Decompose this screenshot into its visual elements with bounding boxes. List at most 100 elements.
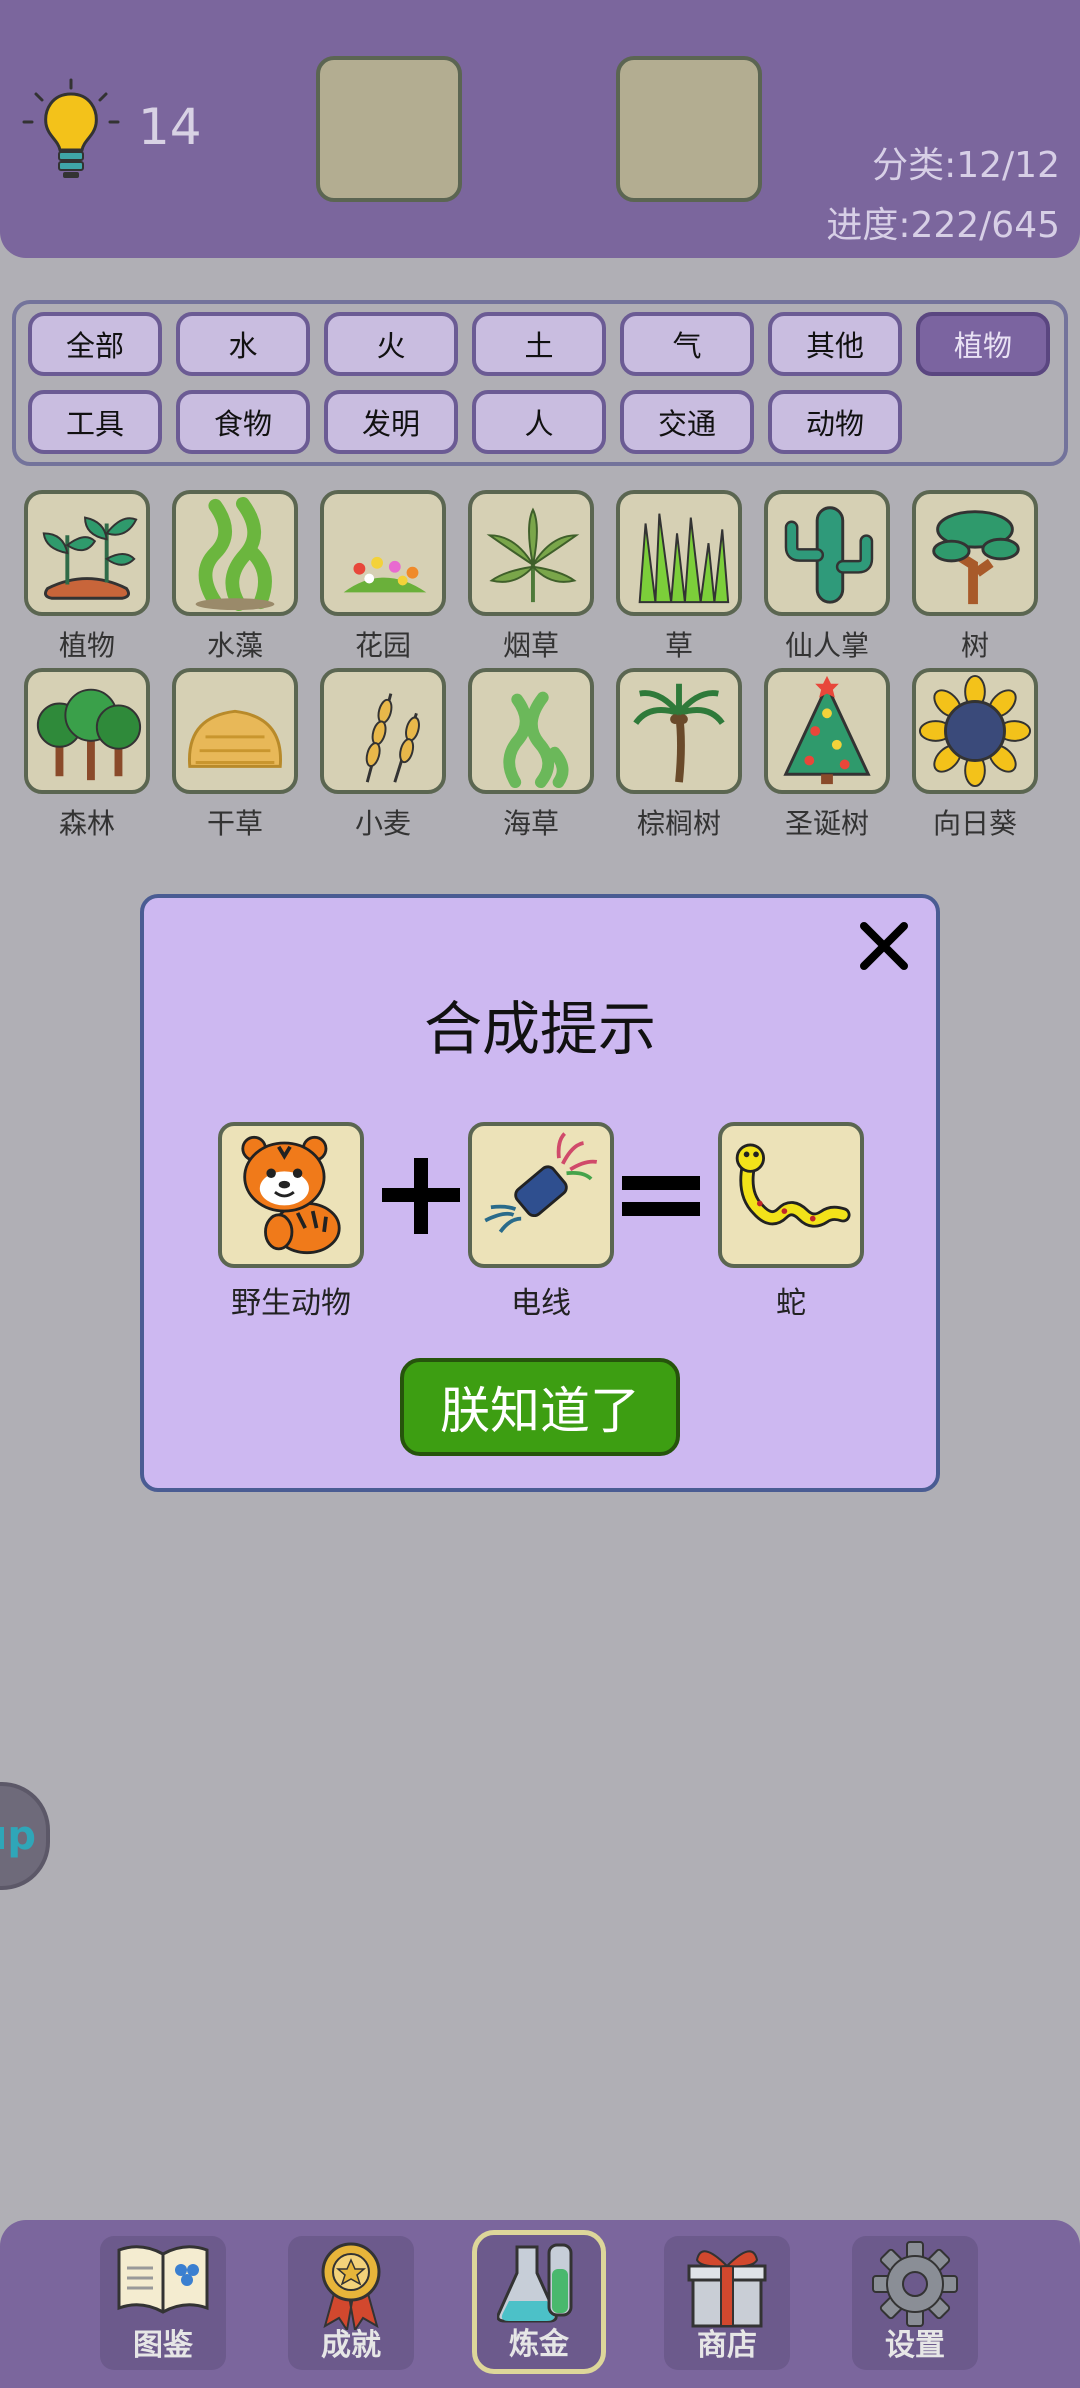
bottom-nav: 图鉴 成就 炼金 商店 设置 bbox=[0, 2220, 1080, 2388]
element-label: 树 bbox=[960, 629, 989, 662]
element-item[interactable]: 干草 bbox=[172, 668, 298, 842]
category-button[interactable]: 交通 bbox=[620, 390, 754, 454]
category-button[interactable]: 气 bbox=[620, 312, 754, 376]
element-label: 烟草 bbox=[502, 629, 559, 662]
element-label: 森林 bbox=[58, 807, 115, 840]
nav-item-book[interactable]: 图鉴 bbox=[100, 2236, 226, 2370]
close-icon[interactable] bbox=[854, 916, 914, 976]
category-button[interactable]: 工具 bbox=[28, 390, 162, 454]
element-tile[interactable] bbox=[616, 668, 742, 794]
sunflower-icon bbox=[918, 674, 1032, 788]
element-item[interactable]: 植物 bbox=[24, 490, 150, 664]
forest-icon bbox=[36, 688, 142, 781]
element-item[interactable]: 圣诞树 bbox=[764, 668, 890, 842]
element-item[interactable]: 向日葵 bbox=[912, 668, 1038, 842]
result-label: 蛇 bbox=[776, 1286, 806, 1321]
category-button[interactable]: 动物 bbox=[768, 390, 902, 454]
category-button[interactable]: 植物 bbox=[916, 312, 1050, 376]
element-label: 向日葵 bbox=[932, 807, 1017, 840]
element-item[interactable]: 仙人掌 bbox=[764, 490, 890, 664]
nav-item-achievements[interactable]: 成就 bbox=[288, 2236, 414, 2370]
category-button[interactable]: 水 bbox=[176, 312, 310, 376]
element-tile[interactable] bbox=[320, 668, 446, 794]
wheat-icon bbox=[365, 693, 420, 783]
element-label: 草 bbox=[664, 629, 693, 662]
element-tile[interactable] bbox=[468, 490, 594, 616]
category-button[interactable]: 全部 bbox=[28, 312, 162, 376]
floating-up-button[interactable]: up bbox=[0, 1782, 50, 1890]
progress-count: 进度:222/645 bbox=[826, 205, 1060, 246]
hint-modal: 合成提示 野生动物 电线 蛇 朕知道了 bbox=[140, 894, 940, 1492]
element-tile[interactable] bbox=[24, 490, 150, 616]
element-label: 小麦 bbox=[354, 807, 411, 840]
medal-icon bbox=[321, 2242, 381, 2330]
ingredient-1-tile bbox=[218, 1122, 364, 1268]
element-item[interactable]: 花园 bbox=[320, 490, 446, 664]
ingredient-2-tile bbox=[468, 1122, 614, 1268]
sprout-icon bbox=[42, 516, 138, 600]
combine-slot-1[interactable] bbox=[316, 56, 462, 202]
element-item[interactable]: 小麦 bbox=[320, 668, 446, 842]
cactus-icon bbox=[784, 506, 874, 604]
element-item[interactable]: 森林 bbox=[24, 668, 150, 842]
palm-tree-icon bbox=[633, 683, 725, 783]
element-label: 植物 bbox=[58, 629, 115, 662]
nav-item-alchemy[interactable]: 炼金 bbox=[472, 2230, 606, 2374]
plus-icon bbox=[382, 1158, 460, 1234]
nav-label-alchemy: 炼金 bbox=[509, 2327, 569, 2362]
wire-icon bbox=[484, 1132, 598, 1233]
combine-slot-2[interactable] bbox=[616, 56, 762, 202]
category-button[interactable]: 土 bbox=[472, 312, 606, 376]
ingredient-1-label: 野生动物 bbox=[231, 1286, 351, 1321]
tobacco-leaf-icon bbox=[486, 507, 580, 603]
nav-item-settings[interactable]: 设置 bbox=[852, 2236, 978, 2370]
element-tile[interactable] bbox=[616, 490, 742, 616]
element-tile[interactable] bbox=[764, 490, 890, 616]
garden-icon bbox=[343, 556, 427, 593]
category-button[interactable]: 食物 bbox=[176, 390, 310, 454]
nav-label-shop: 商店 bbox=[697, 2328, 757, 2363]
element-tile[interactable] bbox=[24, 668, 150, 794]
nav-item-shop[interactable]: 商店 bbox=[664, 2236, 790, 2370]
category-button[interactable]: 其他 bbox=[768, 312, 902, 376]
snake-icon bbox=[735, 1143, 851, 1228]
element-tile[interactable] bbox=[468, 668, 594, 794]
element-label: 圣诞树 bbox=[784, 807, 869, 840]
element-tile[interactable] bbox=[912, 490, 1038, 616]
gear-icon bbox=[872, 2241, 958, 2327]
category-button[interactable]: 火 bbox=[324, 312, 458, 376]
category-button[interactable]: 人 bbox=[472, 390, 606, 454]
algae-icon bbox=[195, 496, 275, 612]
element-tile[interactable] bbox=[172, 490, 298, 616]
element-tile[interactable] bbox=[172, 668, 298, 794]
ok-button[interactable]: 朕知道了 bbox=[400, 1358, 680, 1456]
nav-label-book: 图鉴 bbox=[133, 2328, 193, 2363]
seaweed-icon bbox=[503, 691, 569, 789]
ingredient-2-label: 电线 bbox=[511, 1286, 571, 1321]
grass-icon bbox=[638, 513, 730, 604]
element-item[interactable]: 棕榈树 bbox=[616, 668, 742, 842]
element-label: 水藻 bbox=[206, 629, 263, 662]
tiger-icon bbox=[241, 1135, 341, 1255]
gift-icon bbox=[687, 2250, 767, 2328]
top-bar: 14 分类:12/12 进度:222/645 bbox=[0, 0, 1080, 258]
element-tile[interactable] bbox=[912, 668, 1038, 794]
element-item[interactable]: 草 bbox=[616, 490, 742, 664]
element-item[interactable]: 水藻 bbox=[172, 490, 298, 664]
element-label: 花园 bbox=[354, 629, 411, 662]
element-item[interactable]: 海草 bbox=[468, 668, 594, 842]
category-button[interactable]: 发明 bbox=[324, 390, 458, 454]
flask-icon bbox=[497, 2243, 573, 2323]
element-item[interactable]: 烟草 bbox=[468, 490, 594, 664]
element-tile[interactable] bbox=[764, 668, 890, 794]
element-label: 仙人掌 bbox=[784, 629, 869, 662]
element-item[interactable]: 树 bbox=[912, 490, 1038, 664]
element-tile[interactable] bbox=[320, 490, 446, 616]
nav-label-achievements: 成就 bbox=[321, 2328, 381, 2363]
modal-title: 合成提示 bbox=[423, 995, 656, 1063]
element-label: 干草 bbox=[206, 807, 263, 840]
book-icon bbox=[117, 2245, 209, 2314]
equals-icon bbox=[622, 1176, 700, 1216]
lightbulb-icon[interactable] bbox=[22, 78, 120, 182]
result-tile bbox=[718, 1122, 864, 1268]
